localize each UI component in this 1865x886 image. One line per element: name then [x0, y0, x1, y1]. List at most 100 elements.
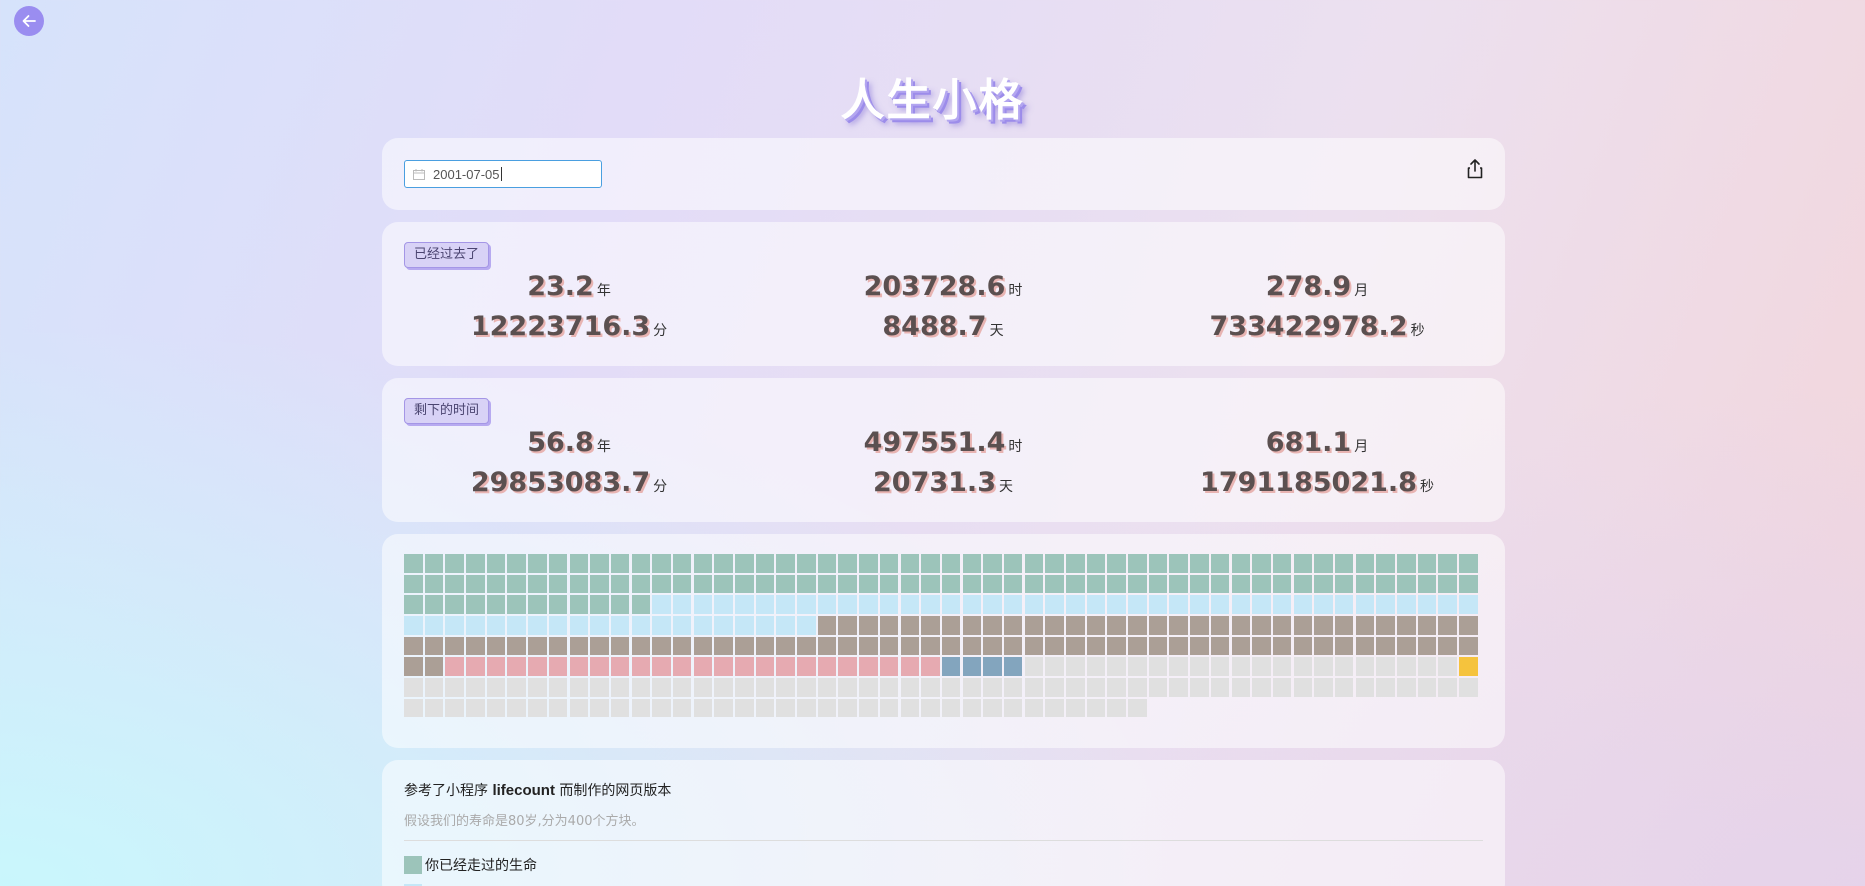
life-cell-passed — [445, 595, 464, 614]
life-cell-passed — [735, 574, 754, 594]
life-cell-passed — [528, 554, 547, 573]
life-cell-empty — [1417, 657, 1437, 676]
stat-value: 12223716.3 — [470, 311, 651, 342]
life-cell-passed — [1314, 554, 1333, 573]
life-cell-work — [797, 636, 816, 656]
life-cell-passed — [1169, 574, 1188, 594]
life-cell-sleep — [1231, 595, 1250, 614]
life-cell-work — [1334, 636, 1354, 656]
stat-value: 20731.3 — [873, 467, 996, 498]
life-cell-passed — [755, 574, 775, 594]
life-cell-passed — [1190, 574, 1209, 594]
life-cell-sleep — [1417, 595, 1437, 614]
time-passed-card: 已经过去了 23.2 年 203728.6 时 278.9 月 12223716.3 分… — [382, 222, 1505, 366]
life-cell-sleep — [1148, 595, 1168, 614]
share-button[interactable] — [1465, 158, 1485, 180]
passed-years: 23.2 年 — [382, 270, 756, 304]
life-cell-empty — [1314, 657, 1333, 676]
life-cell-work — [859, 616, 878, 635]
life-cell-empty — [610, 678, 630, 697]
life-cell-family — [900, 657, 919, 676]
life-cell-work — [590, 636, 609, 656]
life-cell-passed — [507, 595, 526, 614]
life-cell-passed — [466, 554, 485, 573]
life-cell-sleep — [900, 595, 919, 614]
life-cell-sleep — [569, 616, 588, 635]
life-cell-sleep — [404, 616, 423, 635]
stat-unit: 月 — [1354, 439, 1369, 455]
life-cell-work — [941, 636, 961, 656]
life-cell-work — [1252, 636, 1271, 656]
life-cell-passed — [548, 595, 568, 614]
life-cell-sleep — [1438, 595, 1457, 614]
life-cell-empty — [1003, 678, 1023, 697]
life-cell-empty — [1438, 678, 1457, 697]
arrow-left-icon — [22, 15, 36, 27]
life-cell-passed — [735, 554, 754, 573]
life-cell-sleep — [672, 616, 692, 635]
back-button[interactable] — [14, 6, 44, 36]
life-cell-work — [1334, 616, 1354, 635]
life-cell-work — [1293, 636, 1313, 656]
life-cell-sleep — [735, 595, 754, 614]
life-cell-empty — [486, 698, 506, 718]
life-cell-work — [900, 616, 919, 635]
text-caret — [500, 167, 502, 181]
life-cell-sleep — [1024, 595, 1044, 614]
life-cell-empty — [507, 678, 526, 697]
life-cell-work — [507, 636, 526, 656]
life-cell-passed — [1417, 574, 1437, 594]
life-cell-passed — [548, 554, 568, 573]
stat-value: 497551.4 — [863, 427, 1006, 458]
life-cell-empty — [1128, 678, 1147, 697]
life-cell-passed — [424, 574, 444, 594]
life-cell-passed — [1397, 574, 1416, 594]
life-cell-family — [590, 657, 609, 676]
remaining-days: 20731.3 天 — [756, 466, 1130, 500]
life-cell-retire — [962, 657, 982, 676]
life-cell-sleep — [445, 616, 464, 635]
life-cell-passed — [486, 554, 506, 573]
life-cell-work — [1231, 636, 1250, 656]
life-cell-sleep — [735, 616, 754, 635]
life-cell-passed — [962, 574, 982, 594]
life-cell-passed — [1376, 554, 1395, 573]
stat-unit: 月 — [1354, 283, 1369, 299]
life-cell-passed — [1459, 554, 1478, 573]
legend-item-passed: 你已经走过的生命 — [404, 855, 537, 875]
life-cell-passed — [1024, 574, 1044, 594]
life-cell-empty — [714, 698, 733, 718]
life-cell-empty — [1107, 698, 1126, 718]
life-cell-passed — [983, 554, 1002, 573]
life-cell-sleep — [548, 616, 568, 635]
info-app-name: lifecount — [492, 782, 555, 799]
life-cell-work — [1438, 636, 1457, 656]
life-cell-sleep — [755, 595, 775, 614]
life-grid-card — [382, 534, 1505, 748]
life-cell-work — [424, 657, 444, 676]
life-cell-empty — [941, 678, 961, 697]
life-cell-passed — [1272, 574, 1292, 594]
life-cell-work — [1190, 636, 1209, 656]
life-cell-passed — [569, 554, 588, 573]
life-cell-passed — [610, 574, 630, 594]
calendar-icon — [413, 168, 425, 180]
life-cell-sleep — [507, 616, 526, 635]
life-cell-work — [1272, 616, 1292, 635]
birthdate-input[interactable]: 2001-07-05 — [404, 160, 602, 188]
life-cell-work — [672, 636, 692, 656]
life-cell-work — [1355, 636, 1375, 656]
life-cell-empty — [1107, 678, 1126, 697]
life-cell-sleep — [859, 595, 878, 614]
life-cell-passed — [921, 554, 940, 573]
life-cell-passed — [1003, 554, 1023, 573]
life-cell-empty — [1066, 678, 1085, 697]
life-cell-work — [1169, 616, 1188, 635]
remaining-months: 681.1 月 — [1130, 426, 1504, 460]
life-cell-family — [672, 657, 692, 676]
life-cell-passed — [1459, 574, 1478, 594]
life-cell-empty — [1190, 657, 1209, 676]
life-cell-empty — [1169, 657, 1188, 676]
life-cell-empty — [1107, 657, 1126, 676]
life-cell-passed — [466, 574, 485, 594]
